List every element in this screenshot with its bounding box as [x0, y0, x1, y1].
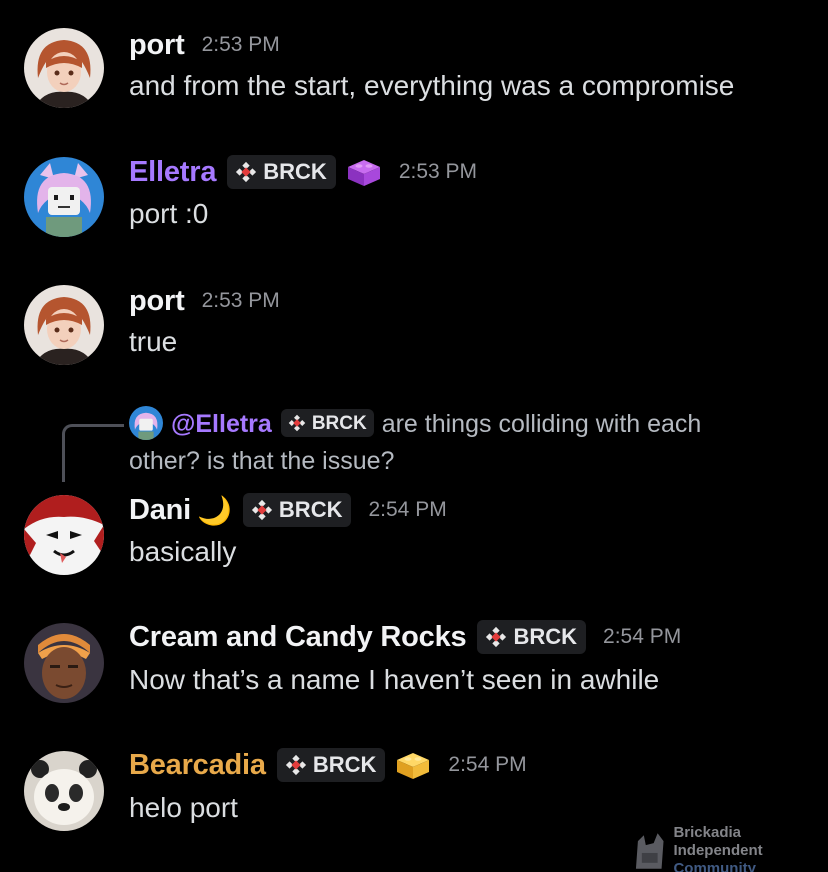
avatar-dani[interactable] — [24, 495, 104, 575]
chat-message-list: port 2:53 PM and from the start, everyth… — [0, 0, 828, 872]
timestamp: 2:53 PM — [398, 160, 478, 183]
brck-logo-icon — [235, 161, 257, 183]
timestamp: 2:53 PM — [201, 33, 280, 56]
guild-tag[interactable]: BRCK — [227, 155, 336, 189]
avatar-elletra[interactable] — [24, 157, 104, 237]
avatar-port[interactable] — [24, 285, 104, 365]
guild-tag-label: BRCK — [311, 412, 367, 434]
reply-preview[interactable]: @Elletra BRCK are things colliding with ea… — [129, 406, 769, 480]
avatar-bearcadia[interactable] — [24, 751, 104, 831]
brck-logo-icon — [251, 499, 273, 521]
brck-logo-icon — [485, 626, 507, 648]
watermark-line-1: Brickadia Independent — [673, 824, 763, 859]
message-text: and from the start, everything was a com… — [129, 70, 735, 101]
reply-mention[interactable]: @Elletra — [171, 410, 272, 438]
guild-tag[interactable]: BRCK — [276, 748, 386, 782]
author-name[interactable]: Dani — [129, 494, 191, 527]
brck-logo-icon — [285, 754, 307, 776]
guild-tag[interactable]: BRCK — [477, 620, 587, 654]
timestamp: 2:53 PM — [201, 289, 280, 312]
timestamp: 2:54 PM — [448, 753, 527, 776]
author-name[interactable]: Elletra — [129, 156, 216, 189]
timestamp: 2:54 PM — [603, 625, 682, 648]
message-text: helo port — [129, 792, 238, 823]
reply-connector — [62, 424, 124, 482]
moon-icon: 🌙 — [197, 494, 232, 526]
guild-tag-label: BRCK — [312, 752, 377, 777]
message-text: port :0 — [129, 198, 209, 229]
watermark: Brickadia Independent Community — [632, 824, 828, 872]
author-name[interactable]: port — [129, 29, 185, 62]
purple-brick-icon — [347, 160, 380, 186]
avatar-elletra-mini — [129, 406, 163, 440]
guild-tag-label: BRCK — [513, 624, 578, 649]
guild-tag-label: BRCK — [278, 497, 343, 522]
brck-logo-icon — [288, 414, 306, 432]
guild-tag-label: BRCK — [263, 159, 327, 184]
guild-tag[interactable]: BRCK — [242, 493, 352, 527]
author-name[interactable]: Bearcadia — [129, 749, 266, 782]
message-text: basically — [129, 536, 237, 567]
watermark-line-2: Community — [673, 860, 756, 872]
yellow-brick-icon — [397, 753, 430, 779]
guild-tag[interactable]: BRCK — [280, 409, 374, 437]
avatar-cream-and-candy-rocks[interactable] — [24, 623, 104, 703]
author-name[interactable]: port — [129, 285, 185, 318]
brickadia-community-logo-icon — [635, 833, 664, 869]
author-name[interactable]: Cream and Candy Rocks — [129, 621, 467, 654]
avatar-port[interactable] — [24, 28, 104, 108]
message-text: true — [129, 326, 178, 357]
message-text: Now that’s a name I haven’t seen in awhi… — [129, 664, 660, 695]
timestamp: 2:54 PM — [368, 498, 447, 521]
